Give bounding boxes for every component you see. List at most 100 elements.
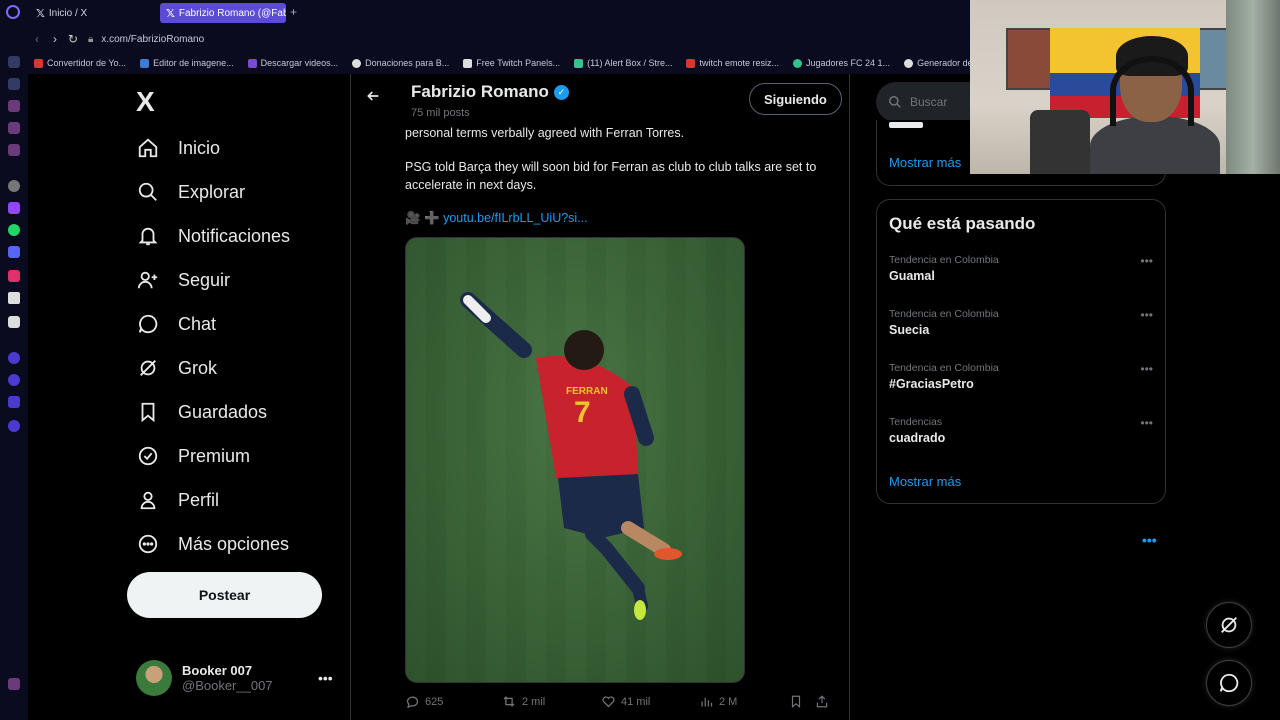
sidebar-app-icon[interactable] (8, 144, 20, 156)
browser-sidebar (0, 26, 28, 720)
tweet-text-paragraph: PSG told Barça they will soon bid for Fe… (405, 160, 817, 192)
bookmark-item[interactable]: Descargar videos... (247, 58, 338, 68)
nav-item-mas-opciones[interactable]: Más opciones (136, 532, 289, 556)
left-navigation: X Inicio Explorar Notificaciones Seguir … (28, 74, 350, 720)
share-button[interactable] (815, 694, 829, 709)
camera-plus-emoji: 🎥 ➕ (405, 211, 440, 225)
bookmark-favicon-icon (463, 58, 473, 68)
opera-logo-icon[interactable] (6, 5, 20, 19)
sidebar-app-icon[interactable] (8, 122, 20, 134)
bookmark-item[interactable]: Jugadores FC 24 1... (793, 58, 890, 68)
nav-item-perfil[interactable]: Perfil (136, 488, 219, 512)
grok-icon (1221, 617, 1237, 633)
trend-item[interactable]: Tendencia en Colombia Suecia ••• (889, 308, 1153, 337)
account-more-icon[interactable]: ••• (318, 670, 333, 686)
bookmark-item[interactable]: Generador de Voz... (904, 58, 970, 68)
tweet-image[interactable]: FERRAN 7 (405, 237, 745, 683)
sidebar-app-icon[interactable] (8, 100, 20, 112)
bookmark-button[interactable] (789, 694, 815, 709)
back-nav-icon[interactable]: ‹ (28, 32, 46, 46)
like-count: 41 mil (621, 695, 651, 708)
bookmark-item[interactable]: twitch emote resiz... (686, 58, 779, 68)
tab-fabrizio-romano[interactable]: 𝕏 Fabrizio Romano (@Fabrizi (160, 3, 286, 23)
avatar (136, 660, 172, 696)
nav-item-guardados[interactable]: Guardados (136, 400, 267, 424)
nav-item-premium[interactable]: Premium (136, 444, 250, 468)
bookmark-favicon-icon (904, 58, 914, 68)
show-more-link[interactable]: Mostrar más (889, 474, 961, 489)
following-button[interactable]: Siguiendo (749, 83, 842, 115)
trends-title: Qué está pasando (889, 214, 1036, 233)
share-icon (816, 695, 828, 708)
instagram-icon[interactable] (8, 270, 20, 282)
truncated-content (889, 122, 923, 128)
nav-item-grok[interactable]: Grok (136, 356, 217, 380)
trend-name: Suecia (889, 323, 930, 337)
trend-context: Tendencias (889, 416, 943, 428)
like-button[interactable]: 41 mil (601, 694, 699, 709)
bookmark-label: Free Twitch Panels... (476, 58, 561, 68)
trend-item[interactable]: Tendencia en Colombia Guamal ••• (889, 254, 1153, 283)
bookmark-item[interactable]: Convertidor de Yo... (34, 58, 126, 68)
tab-inicio[interactable]: 𝕏 Inicio / X (30, 3, 93, 23)
reply-count: 625 (425, 695, 444, 708)
trend-more-icon[interactable]: ••• (1140, 308, 1153, 322)
trend-name: #GraciasPetro (889, 377, 974, 391)
twitch-icon[interactable] (8, 202, 20, 214)
footer-more-icon[interactable]: ••• (1142, 532, 1157, 548)
x-icon[interactable] (8, 316, 20, 328)
settings-icon[interactable] (8, 420, 20, 432)
forward-nav-icon[interactable]: › (46, 32, 64, 46)
nav-item-explorar[interactable]: Explorar (136, 180, 245, 204)
grok-float-button[interactable] (1206, 602, 1252, 648)
whatsapp-icon[interactable] (8, 224, 20, 236)
nav-item-inicio[interactable]: Inicio (136, 136, 220, 160)
url-field[interactable]: x.com/FabrizioRomano (101, 34, 204, 45)
bookmark-favicon-icon (140, 58, 150, 68)
trend-more-icon[interactable]: ••• (1140, 362, 1153, 376)
profile-name: Fabrizio Romano ✓ (411, 82, 569, 102)
user-handle: @Booker__007 (182, 678, 273, 693)
trend-item[interactable]: Tendencia en Colombia #GraciasPetro ••• (889, 362, 1153, 391)
account-switcher[interactable]: Booker 007 @Booker__007 (136, 660, 273, 696)
x-logo[interactable]: X (136, 86, 155, 118)
discord-icon[interactable] (8, 246, 20, 258)
reply-button[interactable]: 625 (405, 694, 501, 709)
sidebar-tool-icon[interactable] (8, 352, 20, 364)
bookmark-item[interactable]: Donaciones para B... (352, 58, 449, 68)
tweet-actions: 625 2 mil 41 mil 2 M (405, 694, 841, 709)
trend-more-icon[interactable]: ••• (1140, 416, 1153, 430)
bookmark-favicon-icon (793, 58, 803, 68)
nav-item-chat[interactable]: Chat (136, 312, 216, 336)
chatgpt-icon[interactable] (8, 180, 20, 192)
chat-icon (1219, 673, 1239, 693)
nav-item-seguir[interactable]: Seguir (136, 268, 230, 292)
bookmark-item[interactable]: (11) Alert Box / Stre... (574, 58, 672, 68)
repost-button[interactable]: 2 mil (501, 694, 601, 709)
views-button[interactable]: 2 M (699, 694, 789, 709)
lock-icon: 🔒︎ (88, 33, 94, 45)
show-more-link[interactable]: Mostrar más (889, 155, 961, 170)
back-arrow-icon[interactable] (365, 88, 381, 109)
bookmark-item[interactable]: Free Twitch Panels... (463, 58, 560, 68)
search-icon (889, 96, 901, 108)
reload-icon[interactable]: ↻ (64, 32, 82, 46)
trend-more-icon[interactable]: ••• (1140, 254, 1153, 268)
new-tab-button[interactable]: + (290, 5, 297, 19)
trend-item[interactable]: Tendencias cuadrado ••• (889, 416, 1153, 445)
nav-label: Más opciones (178, 533, 290, 554)
sidebar-app-icon[interactable] (8, 78, 20, 90)
post-button[interactable]: Postear (127, 572, 322, 618)
sidebar-app-icon[interactable] (8, 56, 20, 68)
tweet-link[interactable]: 🎥 ➕ youtu.be/fILrbLL_UiU?si... (405, 211, 588, 226)
extensions-icon[interactable] (8, 396, 20, 408)
messages-float-button[interactable] (1206, 660, 1252, 706)
history-icon[interactable] (8, 374, 20, 386)
tiktok-icon[interactable] (8, 292, 20, 304)
nav-item-notificaciones[interactable]: Notificaciones (136, 224, 290, 248)
gx-icon[interactable] (8, 678, 20, 690)
streamer (1090, 36, 1220, 174)
repost-icon (503, 696, 515, 707)
heart-icon (602, 696, 615, 708)
bookmark-item[interactable]: Editor de imagene... (140, 58, 234, 68)
